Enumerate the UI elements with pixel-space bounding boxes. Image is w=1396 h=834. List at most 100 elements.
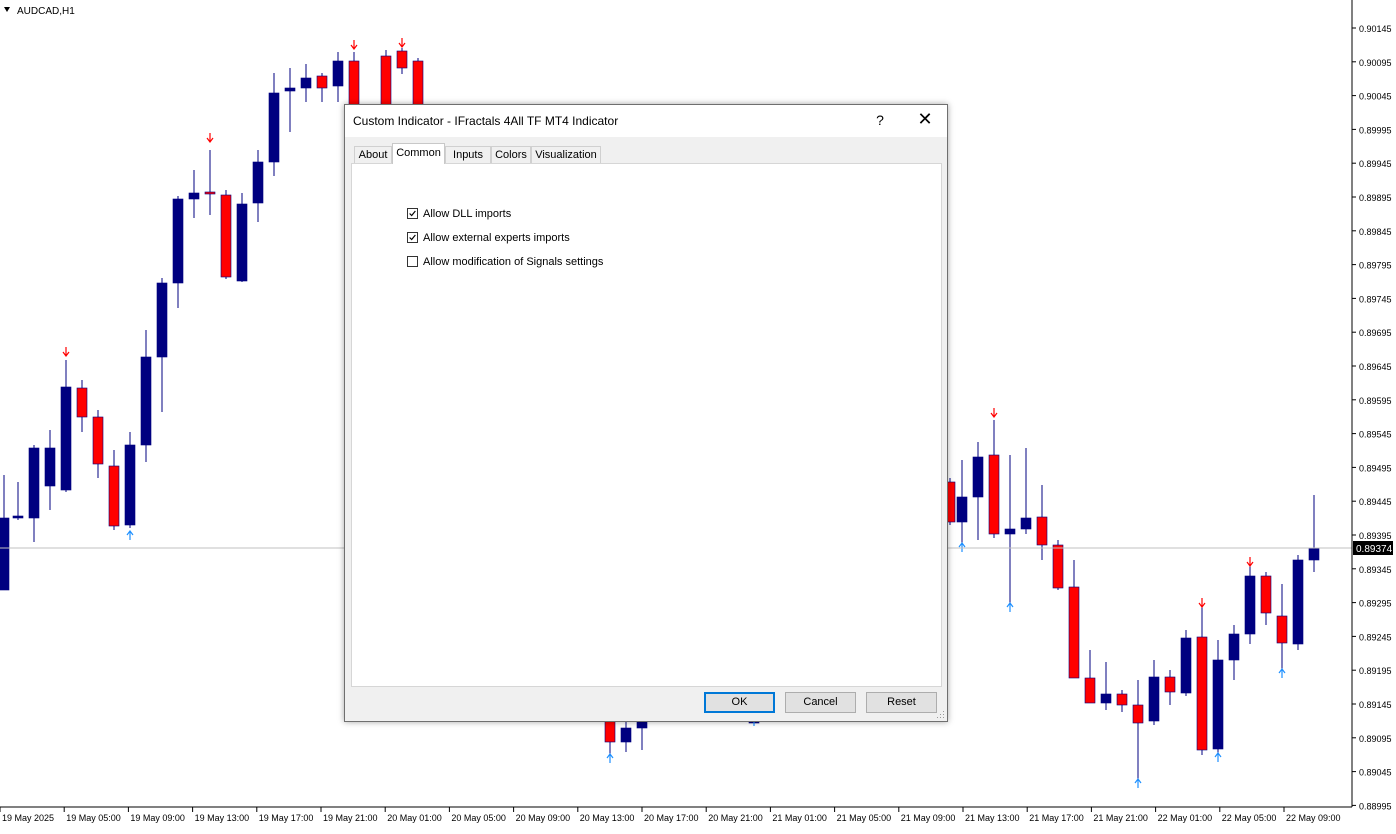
price-tick-label: 0.89295: [1359, 599, 1392, 609]
checkmark-icon: [409, 210, 416, 217]
time-tick-label: 20 May 17:00: [644, 813, 699, 823]
price-tick-label: 0.90095: [1359, 58, 1392, 68]
bull-candle: [252, 161, 264, 204]
current-price-label: 0.89374: [1356, 544, 1393, 555]
bull-candle: [972, 456, 984, 498]
time-tick-label: 21 May 01:00: [772, 813, 827, 823]
bear-candle: [76, 387, 88, 418]
time-tick-label: 21 May 17:00: [1029, 813, 1084, 823]
bull-candle: [236, 203, 248, 282]
bull-candle: [28, 447, 40, 519]
bear-candle: [1116, 693, 1128, 706]
time-tick-label: 19 May 13:00: [195, 813, 250, 823]
price-tick-label: 0.89045: [1359, 768, 1392, 778]
price-tick-label: 0.89145: [1359, 700, 1392, 710]
allow-external-experts-imports-label: Allow external experts imports: [423, 232, 570, 244]
time-tick-label: 22 May 05:00: [1222, 813, 1277, 823]
time-tick-label: 20 May 21:00: [708, 813, 763, 823]
time-tick-label: 19 May 05:00: [66, 813, 121, 823]
price-tick-label: 0.89345: [1359, 565, 1392, 575]
bull-candle: [1148, 676, 1160, 722]
time-axis: 19 May 2025 19 May 05:00 19 May 09:00 19 Ma…: [0, 807, 1341, 823]
price-tick-label: 0.89645: [1359, 362, 1392, 372]
time-tick-label: 22 May 09:00: [1286, 813, 1341, 823]
close-icon: ✕: [917, 109, 933, 129]
bear-candle: [92, 416, 104, 465]
time-tick-label: 21 May 13:00: [965, 813, 1020, 823]
bull-candle: [188, 192, 200, 200]
time-tick-label: 21 May 05:00: [837, 813, 892, 823]
help-button[interactable]: ?: [867, 105, 893, 135]
dialog-title: Custom Indicator - IFractals 4All TF MT4…: [353, 114, 619, 128]
common-tab-panel: Allow DLL imports Allow external experts…: [351, 163, 942, 687]
bull-candle: [0, 517, 10, 591]
time-tick-label: 19 May 17:00: [259, 813, 314, 823]
bear-candle: [988, 454, 1000, 535]
custom-indicator-dialog[interactable]: Custom Indicator - IFractals 4All TF MT4…: [344, 104, 948, 722]
tab-colors[interactable]: Colors: [491, 146, 531, 163]
bull-candle: [332, 60, 344, 87]
bull-candle: [1100, 693, 1112, 704]
bear-candle: [1196, 636, 1208, 751]
checkmark-icon: [409, 234, 416, 241]
price-tick-label: 0.89895: [1359, 193, 1392, 203]
time-tick-label: 19 May 09:00: [130, 813, 185, 823]
time-tick-label: 20 May 05:00: [451, 813, 506, 823]
bear-candle: [1068, 586, 1080, 679]
resize-grip-icon[interactable]: [937, 711, 945, 719]
bear-candle: [412, 60, 424, 106]
bear-candle: [316, 75, 328, 89]
cancel-button[interactable]: Cancel: [785, 692, 856, 713]
bear-candle: [204, 191, 216, 195]
bear-candle: [108, 465, 120, 527]
price-axis: 0.90145 0.90095 0.90045 0.89995 0.89945 0.898…: [1352, 24, 1392, 811]
bear-candle: [1052, 544, 1064, 589]
time-tick-label: 21 May 21:00: [1093, 813, 1148, 823]
price-tick-label: 0.89395: [1359, 531, 1392, 541]
tab-about[interactable]: About: [354, 146, 392, 163]
price-tick-label: 0.89445: [1359, 497, 1392, 507]
time-tick-label: 22 May 01:00: [1158, 813, 1213, 823]
bear-candle: [1036, 516, 1048, 546]
bull-candle: [12, 515, 24, 519]
bull-candle: [1292, 559, 1304, 645]
price-tick-label: 0.89545: [1359, 430, 1392, 440]
price-tick-label: 0.89745: [1359, 294, 1392, 304]
tab-visualization[interactable]: Visualization: [531, 146, 601, 163]
bull-candle: [300, 77, 312, 89]
bull-candle: [1180, 637, 1192, 694]
bull-candle: [60, 386, 72, 491]
bull-candle: [1308, 547, 1320, 561]
price-tick-label: 0.89095: [1359, 734, 1392, 744]
bull-candle: [620, 727, 632, 743]
bear-candle: [1084, 677, 1096, 704]
allow-dll-imports-label: Allow DLL imports: [423, 208, 512, 220]
price-tick-label: 0.90045: [1359, 92, 1392, 102]
allow-dll-imports-checkbox[interactable]: [407, 208, 418, 219]
close-button[interactable]: ✕: [907, 105, 943, 135]
bull-candle: [156, 282, 168, 358]
time-tick-label: 21 May 09:00: [901, 813, 956, 823]
allow-external-experts-imports-checkbox[interactable]: [407, 232, 418, 243]
allow-signals-modification-checkbox[interactable]: [407, 256, 418, 267]
time-tick-label: 19 May 2025: [2, 813, 54, 823]
price-tick-label: 0.90145: [1359, 24, 1392, 34]
reset-button[interactable]: Reset: [866, 692, 937, 713]
time-tick-label: 19 May 21:00: [323, 813, 378, 823]
time-tick-label: 20 May 13:00: [580, 813, 635, 823]
price-tick-label: 0.89845: [1359, 227, 1392, 237]
price-tick-label: 0.89495: [1359, 463, 1392, 473]
price-tick-label: 0.89995: [1359, 125, 1392, 135]
price-tick-label: 0.89595: [1359, 396, 1392, 406]
tab-common[interactable]: Common: [392, 143, 445, 164]
price-tick-label: 0.89695: [1359, 328, 1392, 338]
dialog-title-bar[interactable]: Custom Indicator - IFractals 4All TF MT4…: [345, 105, 947, 137]
bear-candle: [220, 194, 232, 278]
symbol-label: AUDCAD,H1: [17, 6, 75, 17]
ok-button[interactable]: OK: [704, 692, 775, 713]
bear-candle: [604, 719, 616, 743]
bull-candle: [268, 92, 280, 163]
bull-candle: [1244, 575, 1256, 635]
price-tick-label: 0.89195: [1359, 666, 1392, 676]
tab-inputs[interactable]: Inputs: [445, 146, 491, 163]
